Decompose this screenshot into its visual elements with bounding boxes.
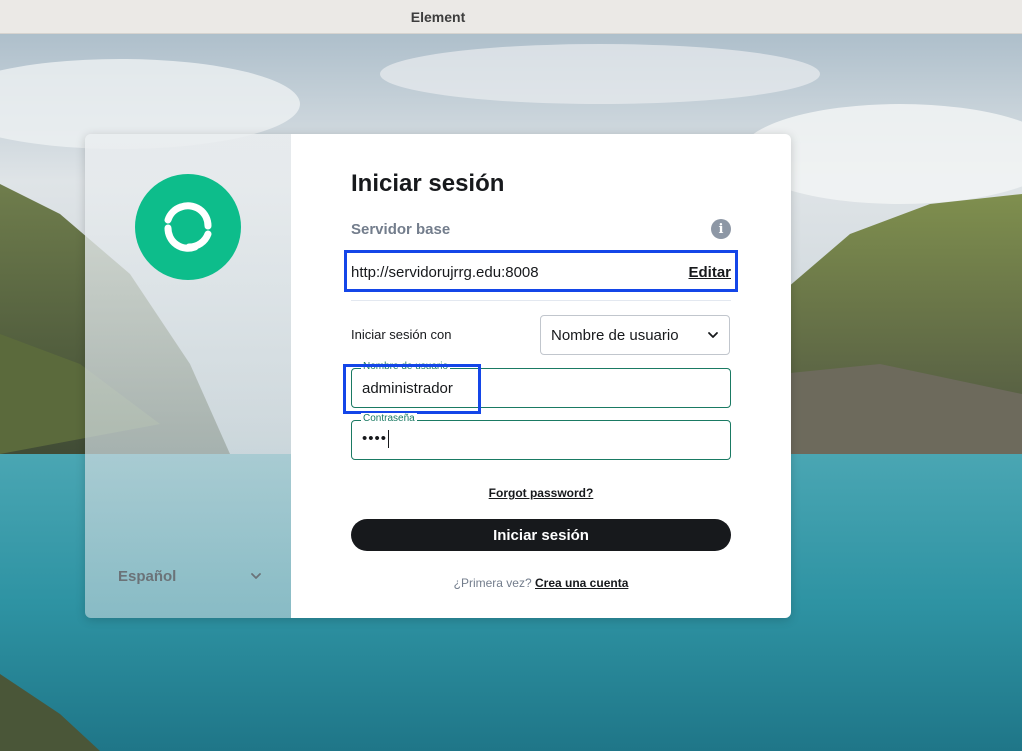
register-prompt: ¿Primera vez? Crea una cuenta: [351, 576, 731, 590]
username-label: Nombre de usuario: [361, 361, 451, 372]
window-title: Element: [410, 8, 466, 25]
chevron-down-icon: [251, 573, 261, 579]
login-method-select[interactable]: Nombre de usuario: [540, 315, 730, 355]
server-url: http://servidorujrrg.edu:8008: [351, 263, 539, 281]
login-method-label: Iniciar sesión con: [351, 327, 452, 342]
username-value: administrador: [362, 380, 453, 397]
password-label: Contraseña: [361, 413, 417, 424]
server-row: http://servidorujrrg.edu:8008 Editar: [351, 258, 731, 286]
info-icon[interactable]: i: [711, 219, 731, 239]
login-card: Español Iniciar sesión Servidor base i h…: [85, 134, 791, 618]
login-form-panel: Iniciar sesión Servidor base i http://se…: [291, 134, 791, 618]
page-title: Iniciar sesión: [351, 170, 505, 197]
password-mask: ••••: [362, 430, 388, 447]
language-selector[interactable]: Español: [118, 566, 262, 586]
text-caret: [388, 430, 390, 449]
login-button[interactable]: Iniciar sesión: [351, 519, 731, 551]
edit-server-link[interactable]: Editar: [688, 264, 731, 281]
username-field[interactable]: Nombre de usuario administrador: [351, 361, 731, 408]
chevron-down-icon: [708, 332, 718, 338]
create-account-link[interactable]: Crea una cuenta: [535, 576, 628, 590]
password-value: ••••: [362, 430, 390, 449]
login-method-value: Nombre de usuario: [551, 326, 679, 344]
server-label: Servidor base: [351, 221, 451, 238]
first-time-text: ¿Primera vez?: [453, 576, 532, 590]
divider: [351, 300, 731, 301]
language-label: Español: [118, 567, 177, 585]
forgot-password-link[interactable]: Forgot password?: [489, 486, 594, 500]
brand-panel: Español: [85, 134, 291, 618]
window-titlebar: Element: [0, 0, 1022, 34]
element-logo-icon: [135, 174, 241, 280]
password-field[interactable]: Contraseña ••••: [351, 413, 731, 460]
forgot-password: Forgot password?: [351, 486, 731, 500]
